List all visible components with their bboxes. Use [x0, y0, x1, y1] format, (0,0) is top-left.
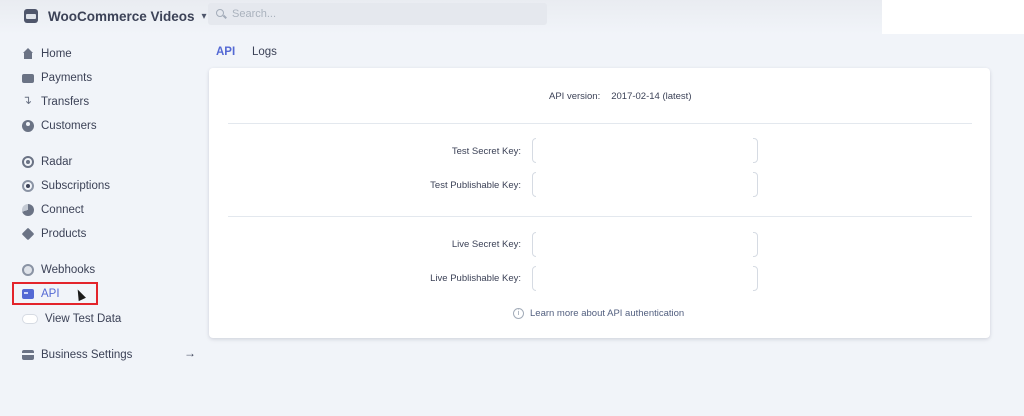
account-switcher[interactable]: WooCommerce Videos ▾	[24, 6, 207, 26]
customers-icon	[22, 120, 34, 132]
sidebar-item-label: View Test Data	[45, 313, 122, 325]
home-icon	[22, 48, 34, 60]
sidebar-item-label: Transfers	[41, 96, 90, 108]
api-version-label: API version:	[549, 91, 601, 102]
connect-icon	[22, 204, 34, 216]
sidebar-item-home[interactable]: Home	[22, 45, 72, 63]
sidebar-item-label: Connect	[41, 204, 84, 216]
transfers-icon	[22, 93, 34, 108]
sidebar-item-payments[interactable]: Payments	[22, 69, 92, 87]
radar-icon	[22, 156, 34, 168]
info-icon: i	[513, 308, 524, 319]
subscriptions-icon	[22, 180, 34, 192]
test-publishable-key-label: Test Publishable Key:	[430, 180, 521, 191]
search-icon	[216, 9, 226, 19]
sidebar-item-label: Payments	[41, 72, 93, 84]
sidebar-item-business-settings[interactable]: Business Settings	[22, 346, 132, 364]
search-input[interactable]	[232, 8, 532, 20]
webhooks-icon	[22, 264, 34, 276]
api-keys-card: API version: 2017-02-14 (latest) Test Se…	[209, 68, 990, 338]
divider	[228, 123, 972, 124]
test-publishable-key-field[interactable]	[532, 171, 758, 198]
products-icon	[21, 227, 35, 241]
payments-icon	[22, 74, 34, 83]
sidebar-item-radar[interactable]: Radar	[22, 153, 72, 171]
sidebar-item-label: Home	[41, 48, 72, 60]
view-test-data-toggle[interactable]: View Test Data	[22, 310, 121, 328]
arrow-right-icon[interactable]: →	[184, 346, 196, 360]
sidebar-item-connect[interactable]: Connect	[22, 201, 84, 219]
sidebar-item-label: Products	[41, 228, 87, 240]
tab-logs[interactable]: Logs	[252, 46, 277, 58]
sidebar-item-webhooks[interactable]: Webhooks	[22, 261, 95, 279]
header-right-panel	[882, 0, 1024, 34]
divider	[228, 216, 972, 217]
sidebar-item-transfers[interactable]: Transfers	[22, 93, 89, 111]
live-publishable-key-field[interactable]	[532, 265, 758, 292]
live-secret-key-label: Live Secret Key:	[451, 239, 521, 250]
search-bar[interactable]	[208, 3, 547, 25]
test-secret-key-field[interactable]	[532, 137, 758, 164]
chevron-down-icon: ▾	[201, 10, 207, 22]
learn-more-text: Learn more about API authentication	[530, 308, 685, 319]
sidebar-item-subscriptions[interactable]: Subscriptions	[22, 177, 110, 195]
sidebar-item-products[interactable]: Products	[21, 225, 87, 243]
top-bar: WooCommerce Videos ▾	[0, 0, 1024, 34]
sidebar-item-label: Customers	[41, 120, 97, 132]
tab-api[interactable]: API	[216, 46, 235, 58]
sidebar-item-label: Radar	[41, 156, 73, 168]
account-name: WooCommerce Videos	[48, 8, 195, 24]
toggle-icon[interactable]	[22, 314, 38, 324]
test-secret-key-label: Test Secret Key:	[451, 146, 521, 157]
store-icon	[24, 9, 38, 23]
sidebar-item-label: Business Settings	[41, 349, 133, 361]
sidebar-item-label: Subscriptions	[41, 180, 111, 192]
live-publishable-key-label: Live Publishable Key:	[430, 273, 521, 284]
highlight-annotation	[12, 282, 98, 305]
api-version-value: 2017-02-14 (latest)	[611, 91, 692, 102]
api-version-row: API version: 2017-02-14 (latest)	[549, 91, 692, 102]
learn-more-link[interactable]: i Learn more about API authentication	[513, 308, 684, 319]
settings-icon	[22, 350, 34, 360]
sidebar-item-label: Webhooks	[41, 264, 96, 276]
live-secret-key-field[interactable]	[532, 231, 758, 258]
sidebar-item-customers[interactable]: Customers	[22, 117, 97, 135]
